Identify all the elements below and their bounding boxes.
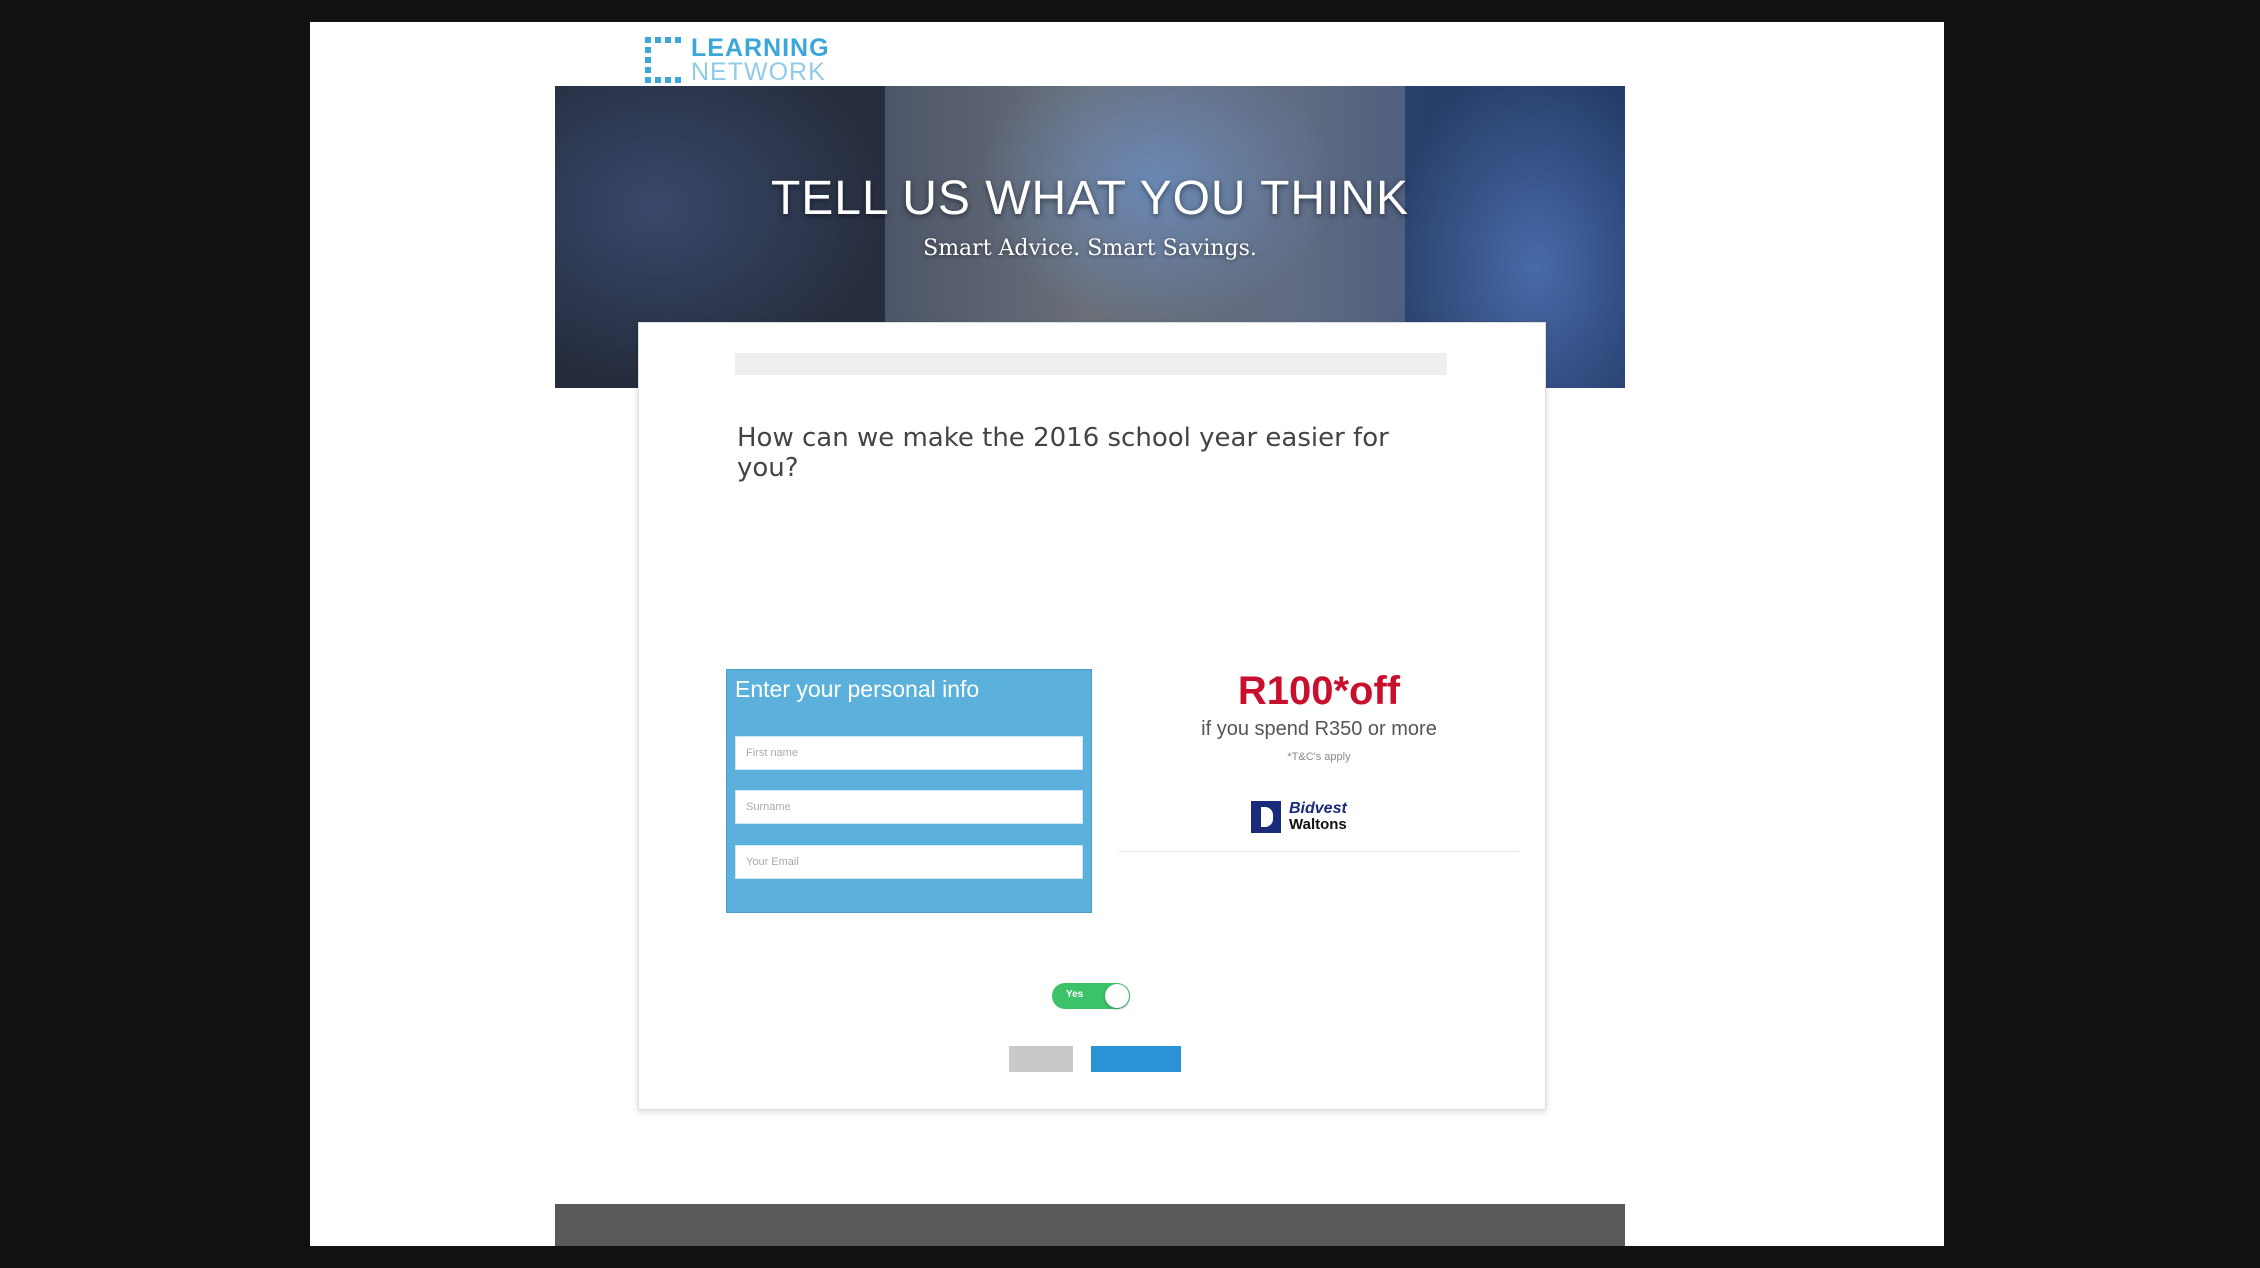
- back-button[interactable]: [1009, 1046, 1073, 1072]
- survey-card: How can we make the 2016 school year eas…: [638, 322, 1546, 1110]
- logo-icon: [645, 37, 685, 83]
- offer-condition: if you spend R350 or more: [1201, 718, 1437, 740]
- bidvest-icon: [1251, 801, 1281, 833]
- personal-info-form: Enter your personal info: [726, 669, 1092, 913]
- first-name-field[interactable]: [735, 736, 1083, 770]
- bidvest-waltons-logo: Bidvest Waltons: [1251, 801, 1347, 833]
- toggle-label: Yes: [1066, 989, 1084, 1000]
- hero-subtitle: Smart Advice. Smart Savings.: [923, 236, 1257, 261]
- learning-network-logo[interactable]: LEARNING NETWORK: [645, 30, 830, 90]
- survey-question: How can we make the 2016 school year eas…: [737, 423, 1389, 483]
- brand-name-line1: Bidvest: [1289, 800, 1347, 817]
- toggle-knob: [1105, 984, 1129, 1008]
- page: LEARNING NETWORK TELL US WHAT YOU THINK …: [310, 22, 1944, 1246]
- form-title: Enter your personal info: [735, 676, 980, 702]
- consent-toggle[interactable]: Yes: [1052, 983, 1130, 1009]
- footer: [555, 1204, 1625, 1246]
- forward-button[interactable]: [1091, 1046, 1181, 1072]
- logo-text-learning: LEARNING: [691, 34, 830, 62]
- brand-name-line2: Waltons: [1289, 816, 1347, 833]
- offer-panel: R100*off if you spend R350 or more *T&C'…: [1119, 663, 1519, 852]
- hero-title: TELL US WHAT YOU THINK: [770, 172, 1410, 225]
- progress-bar: [735, 353, 1447, 375]
- logo-text-network: NETWORK: [691, 58, 826, 86]
- offer-amount: R100*off: [1237, 669, 1401, 713]
- email-field[interactable]: [735, 845, 1083, 879]
- offer-terms: *T&C's apply: [1287, 751, 1351, 763]
- surname-field[interactable]: [735, 790, 1083, 824]
